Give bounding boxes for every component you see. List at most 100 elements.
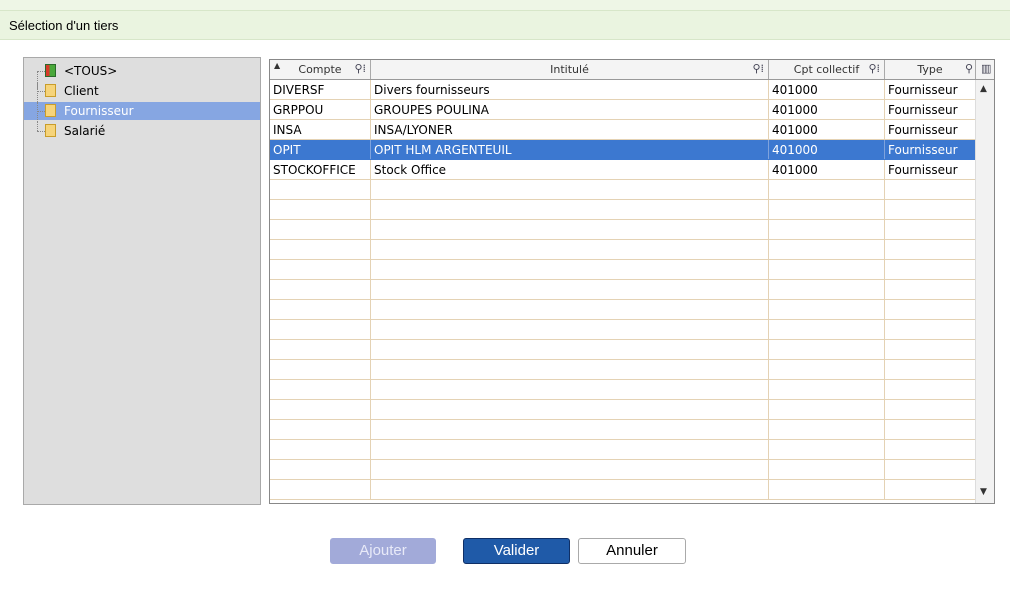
table-scrollbar[interactable]: ▲ ▼ [975, 80, 994, 503]
cell-intitule: INSA/LYONER [371, 120, 769, 139]
tree-item-fournisseur[interactable]: Fournisseur [24, 102, 260, 122]
scroll-down-icon[interactable]: ▼ [980, 487, 987, 497]
empty-cell [885, 420, 976, 439]
search-icon[interactable]: ⚲⁞ [752, 62, 764, 75]
tree-item-label: <TOUS> [64, 64, 118, 78]
empty-cell [885, 340, 976, 359]
table-row-selected[interactable]: OPIT OPIT HLM ARGENTEUIL 401000 Fourniss… [270, 140, 976, 160]
folder-icon [45, 84, 56, 97]
empty-cell [885, 480, 976, 499]
empty-cell [769, 240, 885, 259]
empty-cell [371, 340, 769, 359]
empty-cell [371, 320, 769, 339]
cell-compte: GRPPOU [270, 100, 371, 119]
table-row-empty [270, 440, 976, 460]
cell-intitule: OPIT HLM ARGENTEUIL [371, 140, 769, 159]
cell-type: Fournisseur [888, 163, 958, 177]
empty-cell [885, 380, 976, 399]
columns-icon: ▥ [981, 62, 992, 75]
tree-item-label: Client [64, 84, 99, 98]
cell-intitule: GROUPES POULINA [371, 100, 769, 119]
empty-cell [270, 180, 371, 199]
column-header-cpt-collectif[interactable]: Cpt collectif ⚲⁞ [769, 60, 885, 79]
table-row[interactable]: STOCKOFFICE Stock Office 401000 Fourniss… [270, 160, 976, 180]
table-row-empty [270, 200, 976, 220]
folder-icon [45, 124, 56, 137]
empty-cell [769, 440, 885, 459]
cell-compte: DIVERSF [270, 80, 371, 99]
empty-cell [371, 300, 769, 319]
empty-cell [769, 320, 885, 339]
cell-compte: STOCKOFFICE [270, 160, 371, 179]
add-button[interactable]: Ajouter [330, 538, 436, 564]
cell-cpt-collectif: 401000 [769, 100, 885, 119]
empty-cell [270, 280, 371, 299]
empty-cell [371, 440, 769, 459]
empty-cell [885, 200, 976, 219]
table-row-empty [270, 340, 976, 360]
category-tree-panel: <TOUS> Client Fournisseur Salarié [23, 57, 261, 505]
empty-cell [270, 320, 371, 339]
all-categories-icon [45, 64, 56, 77]
column-header-type[interactable]: Type ⚲ [885, 60, 976, 79]
table-row-empty [270, 420, 976, 440]
search-icon[interactable]: ⚲⁞ [868, 62, 880, 75]
dialog-title: Sélection d'un tiers [9, 18, 119, 33]
tree-item-client[interactable]: Client [24, 82, 260, 102]
tree-item-label: Fournisseur [64, 104, 134, 118]
validate-button[interactable]: Valider [463, 538, 570, 564]
column-chooser-button[interactable]: ▥ [976, 60, 994, 79]
cell-compte: OPIT [270, 140, 371, 159]
empty-cell [769, 260, 885, 279]
empty-cell [885, 440, 976, 459]
table-row-empty [270, 240, 976, 260]
search-icon[interactable]: ⚲ [965, 62, 973, 75]
empty-cell [371, 280, 769, 299]
cell-type: Fournisseur [888, 103, 958, 117]
table-row-empty [270, 380, 976, 400]
column-header-label: Type [917, 63, 943, 76]
search-icon[interactable]: ⚲⁞ [354, 62, 366, 75]
table-row[interactable]: INSA INSA/LYONER 401000 Fournisseur [270, 120, 976, 140]
cell-type: Fournisseur [888, 123, 958, 137]
table-row-empty [270, 280, 976, 300]
empty-cell [371, 400, 769, 419]
empty-cell [270, 300, 371, 319]
scroll-up-icon[interactable]: ▲ [980, 84, 987, 94]
column-header-compte[interactable]: ▲ Compte ⚲⁞ [270, 60, 371, 79]
cell-cpt-collectif: 401000 [769, 160, 885, 179]
empty-cell [371, 240, 769, 259]
table-row-empty [270, 220, 976, 240]
table-row-empty [270, 480, 976, 500]
tree-item-salarie[interactable]: Salarié [24, 122, 260, 140]
empty-cell [270, 260, 371, 279]
empty-cell [769, 380, 885, 399]
table-row-empty [270, 260, 976, 280]
cell-cpt-collectif: 401000 [769, 140, 885, 159]
empty-cell [885, 300, 976, 319]
empty-cell [885, 260, 976, 279]
empty-cell [371, 260, 769, 279]
table-row-empty [270, 400, 976, 420]
tree-item-tous[interactable]: <TOUS> [24, 62, 260, 89]
empty-cell [270, 380, 371, 399]
empty-cell [885, 240, 976, 259]
column-header-intitule[interactable]: Intitulé ⚲⁞ [371, 60, 769, 79]
empty-cell [885, 400, 976, 419]
empty-cell [371, 180, 769, 199]
table-row[interactable]: DIVERSF Divers fournisseurs 401000 Fourn… [270, 80, 976, 100]
empty-cell [885, 280, 976, 299]
empty-cell [270, 480, 371, 499]
folder-icon [45, 104, 56, 117]
cell-intitule: Stock Office [371, 160, 769, 179]
empty-cell [270, 420, 371, 439]
empty-cell [371, 200, 769, 219]
column-header-label: Cpt collectif [793, 63, 860, 76]
top-toolbar-strip [0, 0, 1010, 10]
cell-compte: INSA [270, 120, 371, 139]
cell-intitule: Divers fournisseurs [371, 80, 769, 99]
table-header: ▲ Compte ⚲⁞ Intitulé ⚲⁞ Cpt collectif ⚲⁞… [270, 60, 994, 80]
table-row[interactable]: GRPPOU GROUPES POULINA 401000 Fournisseu… [270, 100, 976, 120]
empty-cell [371, 420, 769, 439]
cancel-button[interactable]: Annuler [578, 538, 686, 564]
